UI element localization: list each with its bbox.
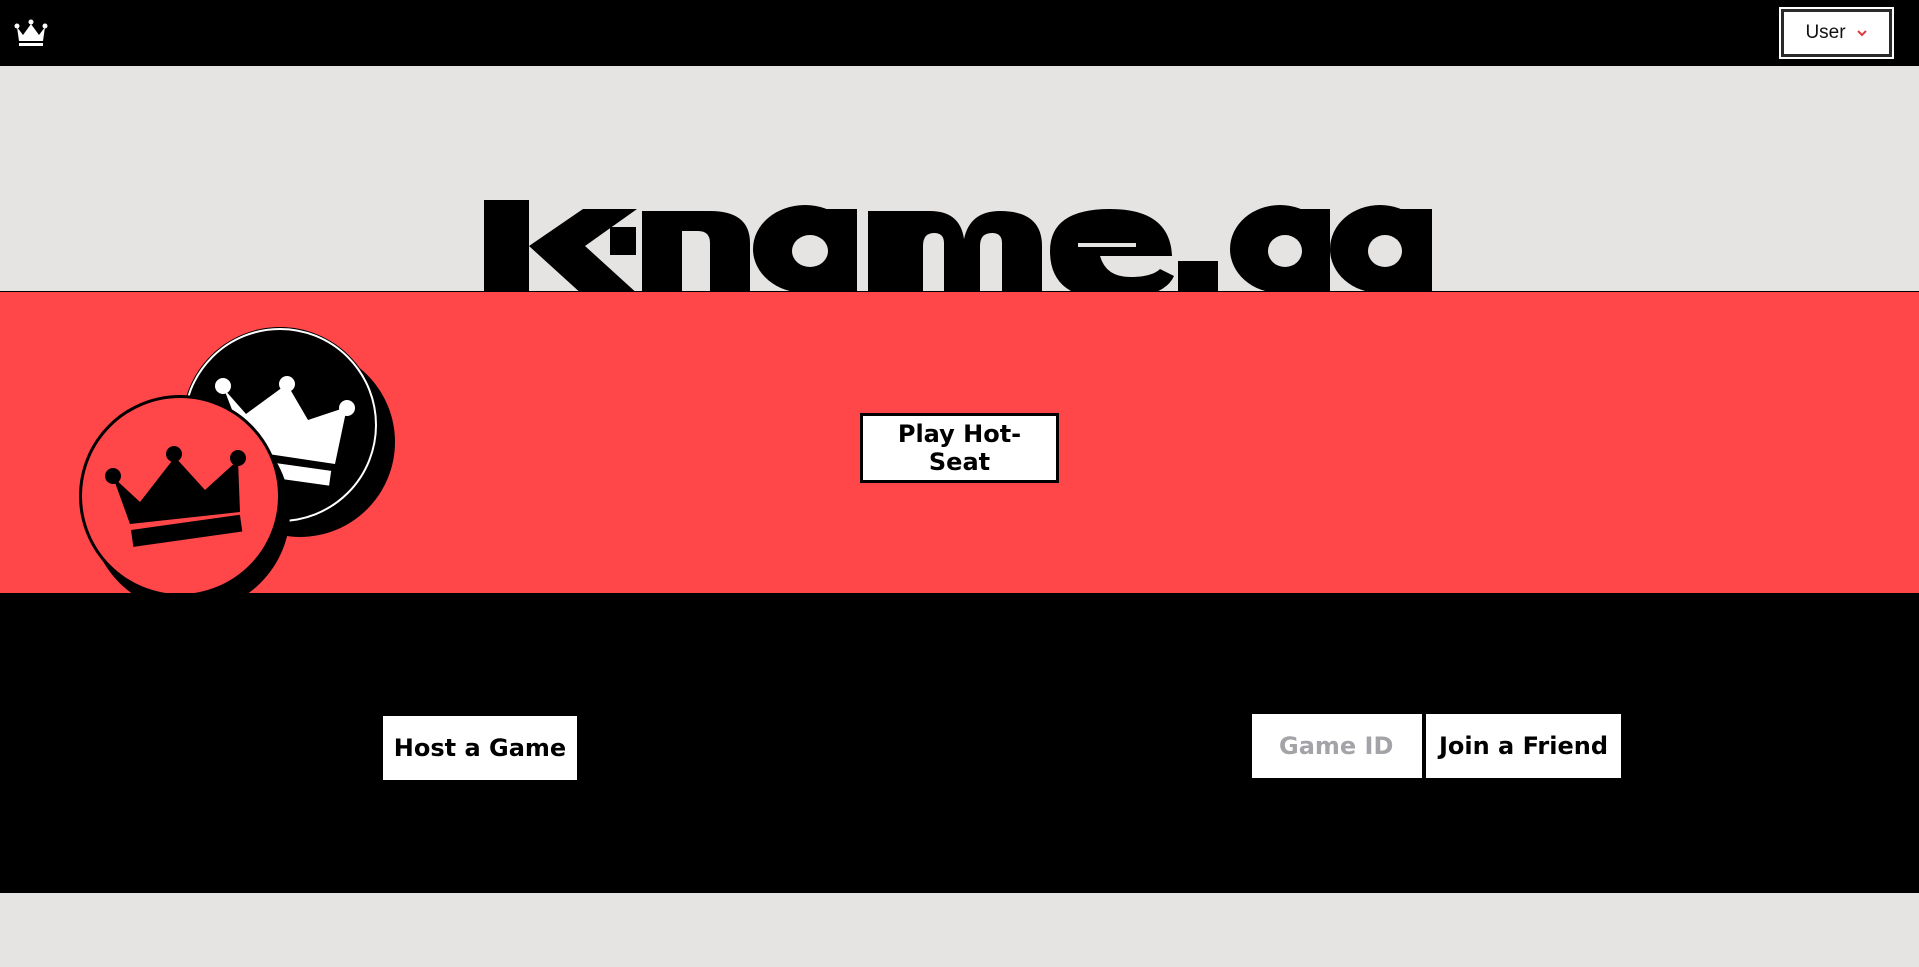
top-nav-bar: User [0, 0, 1919, 66]
game-id-input[interactable] [1252, 714, 1422, 778]
user-menu-label: User [1805, 22, 1846, 43]
join-friend-button[interactable]: Join a Friend [1426, 714, 1621, 778]
play-hotseat-button[interactable]: Play Hot-Seat [860, 413, 1059, 483]
chevron-down-icon [1856, 30, 1867, 37]
online-play-section: Host a Game Join a Friend [0, 593, 1919, 893]
hero-section [0, 66, 1919, 331]
crown-icon[interactable] [14, 17, 48, 47]
user-menu-button[interactable]: User [1779, 7, 1894, 59]
checker-pieces-illustration [79, 327, 395, 593]
hotseat-section: Play Hot-Seat [0, 292, 1919, 593]
host-game-button[interactable]: Host a Game [383, 716, 577, 780]
